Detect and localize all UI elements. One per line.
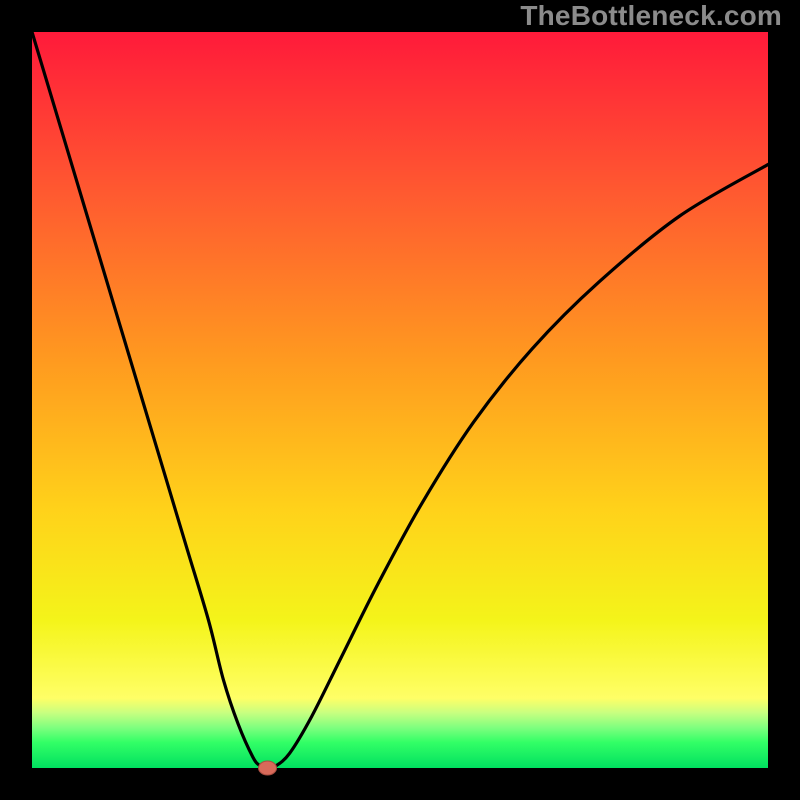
optimum-marker <box>259 761 277 775</box>
chart-frame: { "watermark": "TheBottleneck.com", "col… <box>0 0 800 800</box>
bottleneck-chart <box>0 0 800 800</box>
